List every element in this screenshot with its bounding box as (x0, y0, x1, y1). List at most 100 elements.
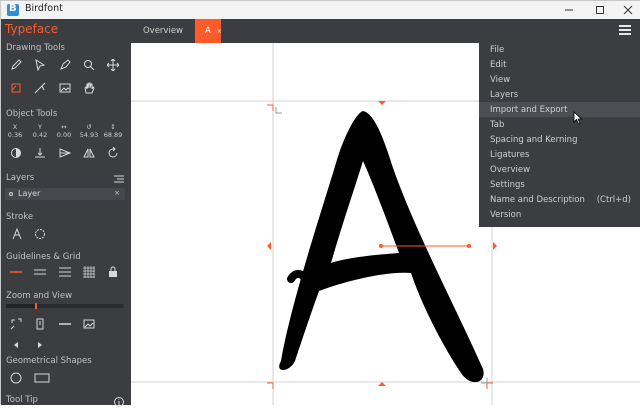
menu-item-label: Version (490, 209, 522, 220)
zoom-bar-icon[interactable] (58, 317, 72, 331)
pen-icon[interactable] (9, 58, 23, 72)
layer-visibility-icon[interactable] (9, 192, 13, 196)
menu-item-settings[interactable]: Settings (479, 177, 640, 192)
knife-icon[interactable] (33, 81, 47, 95)
menu-item-tab[interactable]: Tab (479, 117, 640, 132)
metric-value: 0.42 (32, 131, 48, 139)
lock-icon[interactable] (106, 265, 120, 279)
menu-item-view[interactable]: View (479, 72, 640, 87)
layer-row[interactable]: Layer × (5, 188, 125, 200)
resize-handle-bottom[interactable] (378, 382, 386, 386)
grid-icon[interactable] (82, 265, 96, 279)
zoom-fit-icon[interactable] (9, 317, 23, 331)
mouse-cursor-icon (573, 111, 583, 125)
stroke-circle-icon[interactable] (33, 227, 47, 241)
menu-item-spacing-kerning[interactable]: Spacing and Kerning (479, 132, 640, 147)
resize-handle-right[interactable] (493, 242, 497, 250)
bounding-box-corner (275, 107, 282, 114)
zoom-letter-icon[interactable] (33, 317, 47, 331)
menu-item-label: View (490, 74, 511, 85)
baseline-icon[interactable] (33, 146, 47, 160)
move-icon[interactable] (106, 58, 120, 72)
menu-item-label: Layers (490, 89, 519, 100)
layer-options-icon[interactable] (112, 172, 126, 186)
metric-value: 54.93 (79, 131, 99, 139)
metric-width[interactable]: ↔ 0.00 (53, 123, 75, 139)
title-bar: Birdfont (1, 1, 640, 19)
menu-item-label: Spacing and Kerning (490, 134, 578, 145)
typeface-title[interactable]: Typeface (5, 22, 58, 36)
rectangle-select-icon[interactable] (9, 81, 23, 95)
rectangle-shape-icon[interactable] (33, 371, 51, 385)
info-icon[interactable] (112, 395, 126, 409)
window-title: Birdfont (25, 3, 63, 14)
pointer-icon[interactable] (33, 58, 47, 72)
hamburger-menu-icon[interactable] (619, 25, 631, 35)
close-button[interactable] (613, 1, 640, 19)
image-icon[interactable] (58, 81, 72, 95)
metric-value: 68.89 (103, 131, 123, 139)
zoom-background-icon[interactable] (82, 317, 96, 331)
selection-corner-bottom-left[interactable] (267, 382, 274, 389)
menu-item-version[interactable]: Version (479, 207, 640, 222)
circle-shape-icon[interactable] (9, 371, 23, 385)
selection-corner-top-left[interactable] (267, 104, 274, 111)
flip-icon[interactable] (82, 146, 96, 160)
menu-item-layers[interactable]: Layers (479, 87, 640, 102)
zoom-slider[interactable] (6, 303, 124, 309)
menu-item-label: Ligatures (490, 149, 530, 160)
menu-item-ligatures[interactable]: Ligatures (479, 147, 640, 162)
close-icon (623, 5, 633, 15)
guide-line-icon[interactable] (9, 265, 23, 279)
horizontal-guides-icon[interactable] (33, 265, 47, 279)
tab-overview[interactable]: Overview (131, 19, 195, 43)
menu-item-file[interactable]: File (479, 42, 640, 57)
drawing-tools-heading: Drawing Tools (6, 43, 65, 53)
tab-glyph-a-label: A (205, 26, 211, 36)
app-window: Birdfont Typeface Drawing Tools (0, 0, 640, 407)
minimize-icon (565, 9, 573, 11)
shapes-heading: Geometrical Shapes (6, 356, 92, 366)
previous-view-icon[interactable] (9, 338, 23, 352)
maximize-button[interactable] (585, 1, 615, 19)
tangent-handle-start[interactable] (379, 244, 383, 248)
metric-key: ↺ (86, 123, 92, 131)
skew-icon[interactable] (58, 146, 72, 160)
metric-guides-icon[interactable] (58, 265, 72, 279)
rotate-icon[interactable] (106, 146, 120, 160)
metric-x[interactable]: X 0.36 (4, 123, 26, 139)
resize-handle-top[interactable] (378, 101, 386, 105)
menu-item-overview[interactable]: Overview (479, 162, 640, 177)
metric-key: X (12, 123, 18, 131)
menu-item-name-description[interactable]: Name and Description (Ctrl+d) (479, 192, 640, 207)
fill-icon[interactable] (9, 146, 23, 160)
hand-icon[interactable] (82, 81, 96, 95)
zoom-slider-knob[interactable] (35, 303, 37, 309)
layer-name: Layer (18, 189, 41, 198)
resize-handle-left[interactable] (267, 242, 271, 250)
bezier-icon[interactable] (58, 58, 72, 72)
menu-item-label: Name and Description (490, 194, 585, 205)
menu-item-label: File (490, 44, 505, 55)
guidelines-heading: Guidelines & Grid (6, 252, 81, 262)
main-menu-dropdown: File Edit View Layers Import and Export … (479, 41, 640, 227)
menu-item-import-export[interactable]: Import and Export (479, 102, 640, 117)
menu-item-edit[interactable]: Edit (479, 57, 640, 72)
tool-sidebar: Typeface Drawing Tools Object Tools X 0.… (1, 19, 131, 407)
minimize-button[interactable] (554, 1, 584, 19)
tab-bar: Overview A × (131, 19, 640, 43)
next-view-icon[interactable] (33, 338, 47, 352)
metric-y[interactable]: Y 0.42 (29, 123, 51, 139)
tab-glyph-a[interactable]: A × (195, 19, 222, 43)
menu-item-label: Tab (490, 119, 505, 130)
layer-delete-icon[interactable]: × (114, 189, 120, 197)
tangent-handle-end[interactable] (467, 244, 471, 248)
metric-rotation[interactable]: ↺ 54.93 (78, 123, 100, 139)
metric-value: 0.00 (56, 131, 72, 139)
zoom-slider-fill (6, 304, 36, 308)
metric-key: ↕ (110, 123, 116, 131)
stroke-pen-icon[interactable] (10, 227, 24, 241)
tab-close-icon[interactable]: × (217, 28, 222, 35)
metric-height[interactable]: ↕ 68.89 (102, 123, 124, 139)
zoom-icon[interactable] (82, 58, 96, 72)
